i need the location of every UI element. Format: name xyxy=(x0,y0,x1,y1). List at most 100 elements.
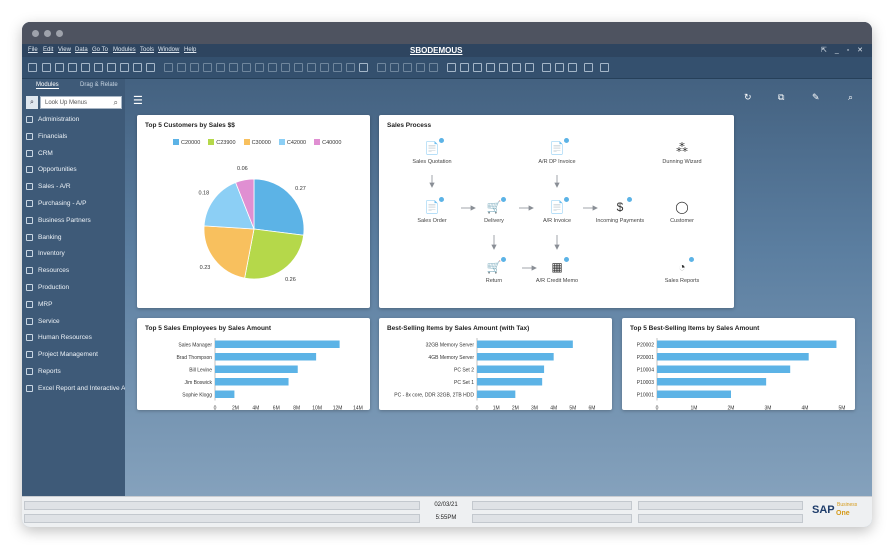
toolbar-icon[interactable] xyxy=(584,63,593,72)
toolbar-icon[interactable] xyxy=(81,63,90,72)
sidebar-item[interactable]: Business Partners xyxy=(22,213,125,228)
bar[interactable] xyxy=(657,390,731,399)
sidebar-item[interactable]: Financials xyxy=(22,129,125,144)
toolbar-icon[interactable] xyxy=(600,63,609,72)
process-node-icon[interactable]: ◯ xyxy=(674,199,690,215)
tab-modules[interactable]: Modules xyxy=(36,82,59,89)
bar[interactable] xyxy=(215,390,235,399)
toolbar-icon[interactable] xyxy=(499,63,508,72)
toolbar-icon[interactable] xyxy=(307,63,316,72)
info-badge-icon[interactable] xyxy=(438,137,445,144)
tab-drag-relate[interactable]: Drag & Relate xyxy=(80,82,118,88)
sidebar-item[interactable]: CRM xyxy=(22,146,125,161)
sidebar-item[interactable]: Project Management xyxy=(22,347,125,362)
info-badge-icon[interactable] xyxy=(626,196,633,203)
bar[interactable] xyxy=(657,378,767,386)
bar[interactable] xyxy=(477,365,545,374)
search-icon[interactable]: ⌕ xyxy=(848,92,853,103)
sidebar-item[interactable]: Administration xyxy=(22,112,125,127)
bar[interactable] xyxy=(657,353,809,361)
toolbar-icon[interactable] xyxy=(107,63,116,72)
info-badge-icon[interactable] xyxy=(563,137,570,144)
toolbar-icon[interactable] xyxy=(177,63,186,72)
toolbar-icon[interactable] xyxy=(403,63,412,72)
toolbar-icon[interactable] xyxy=(473,63,482,72)
toolbar-icon[interactable] xyxy=(120,63,129,72)
toolbar-icon[interactable] xyxy=(346,63,355,72)
toolbar-icon[interactable] xyxy=(555,63,564,72)
toolbar-icon[interactable] xyxy=(377,63,386,72)
bar[interactable] xyxy=(477,353,554,361)
toolbar-icon[interactable] xyxy=(229,63,238,72)
toolbar-icon[interactable] xyxy=(94,63,103,72)
toolbar-icon[interactable] xyxy=(255,63,264,72)
sidebar-item[interactable]: Excel Report and Interactive A xyxy=(22,381,125,396)
menu-help[interactable]: Help xyxy=(184,47,196,53)
toolbar-icon[interactable] xyxy=(164,63,173,72)
sidebar-item[interactable]: Purchasing - A/P xyxy=(22,196,125,211)
process-node-icon[interactable]: ⁂ xyxy=(674,140,690,156)
toolbar-icon[interactable] xyxy=(294,63,303,72)
menu-file[interactable]: File xyxy=(28,47,38,53)
toolbar-icon[interactable] xyxy=(146,63,155,72)
toolbar-icon[interactable] xyxy=(416,63,425,72)
menu-modules[interactable]: Modules xyxy=(113,47,136,53)
toolbar-icon[interactable] xyxy=(320,63,329,72)
edit-icon[interactable]: ✎ xyxy=(812,92,820,103)
bar[interactable] xyxy=(215,353,317,361)
toolbar-icon[interactable] xyxy=(429,63,438,72)
bar[interactable] xyxy=(657,340,837,349)
refresh-icon[interactable]: ↻ xyxy=(744,92,752,103)
info-badge-icon[interactable] xyxy=(563,256,570,263)
toolbar-icon[interactable] xyxy=(190,63,199,72)
sidebar-item[interactable]: Inventory xyxy=(22,246,125,261)
hamburger-menu-icon[interactable]: ☰ xyxy=(133,94,143,107)
sidebar-item[interactable]: Reports xyxy=(22,364,125,379)
cockpit-icon[interactable]: ⧉ xyxy=(778,92,784,103)
sidebar-item[interactable]: Human Resources xyxy=(22,330,125,345)
toolbar-icon[interactable] xyxy=(55,63,64,72)
toolbar-icon[interactable] xyxy=(525,63,534,72)
menu-edit[interactable]: Edit xyxy=(43,47,53,53)
toolbar-icon[interactable] xyxy=(333,63,342,72)
window-controls[interactable]: ⇱ _ ▫ ✕ xyxy=(821,46,866,54)
sidebar-item[interactable]: Opportunities xyxy=(22,162,125,177)
info-badge-icon[interactable] xyxy=(438,196,445,203)
toolbar-icon[interactable] xyxy=(542,63,551,72)
sidebar-item[interactable]: Production xyxy=(22,280,125,295)
toolbar-icon[interactable] xyxy=(242,63,251,72)
close-dot[interactable] xyxy=(32,30,39,37)
zoom-dot[interactable] xyxy=(56,30,63,37)
info-badge-icon[interactable] xyxy=(563,196,570,203)
toolbar-icon[interactable] xyxy=(359,63,368,72)
menu-goto[interactable]: Go To xyxy=(92,47,108,53)
bar[interactable] xyxy=(215,340,340,349)
menu-view[interactable]: View xyxy=(58,47,71,53)
bar[interactable] xyxy=(477,390,516,399)
bar[interactable] xyxy=(657,365,791,374)
bar[interactable] xyxy=(477,340,573,349)
search-icon[interactable]: ⌕ xyxy=(26,96,38,109)
toolbar-icon[interactable] xyxy=(390,63,399,72)
info-badge-icon[interactable] xyxy=(688,256,695,263)
sidebar-item[interactable]: Resources xyxy=(22,263,125,278)
toolbar-icon[interactable] xyxy=(42,63,51,72)
info-badge-icon[interactable] xyxy=(500,256,507,263)
bar[interactable] xyxy=(477,378,543,386)
toolbar-icon[interactable] xyxy=(216,63,225,72)
toolbar-icon[interactable] xyxy=(28,63,37,72)
minimize-dot[interactable] xyxy=(44,30,51,37)
toolbar-icon[interactable] xyxy=(133,63,142,72)
menu-data[interactable]: Data xyxy=(75,47,88,53)
toolbar-icon[interactable] xyxy=(486,63,495,72)
menu-window[interactable]: Window xyxy=(158,47,179,53)
menu-search-input[interactable]: Look Up Menus ⌕ xyxy=(40,96,122,109)
menu-tools[interactable]: Tools xyxy=(140,47,154,53)
bar[interactable] xyxy=(215,378,289,386)
toolbar-icon[interactable] xyxy=(203,63,212,72)
toolbar-icon[interactable] xyxy=(568,63,577,72)
sidebar-item[interactable]: MRP xyxy=(22,297,125,312)
toolbar-icon[interactable] xyxy=(447,63,456,72)
info-badge-icon[interactable] xyxy=(500,196,507,203)
sidebar-item[interactable]: Banking xyxy=(22,230,125,245)
